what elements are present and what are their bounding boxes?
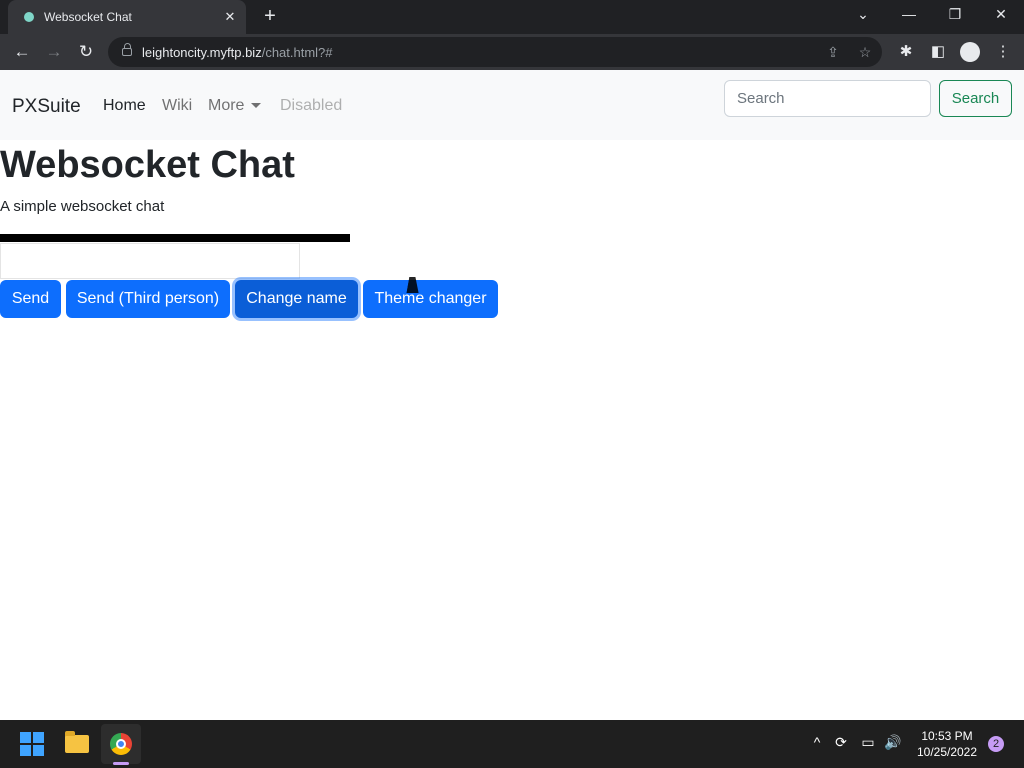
- tab-close-icon[interactable]: ✕: [220, 9, 240, 25]
- browser-toolbar: ← → ↻ leightoncity.myftp.biz /chat.html?…: [0, 34, 1024, 70]
- windows-taskbar: ^ ⟳ ▭ 🔊 10:53 PM 10/25/2022: [0, 720, 1024, 768]
- restore-icon[interactable]: ❐: [943, 6, 967, 23]
- clock-time: 10:53 PM: [921, 729, 973, 743]
- windows-logo-icon: [20, 732, 44, 756]
- minimize-icon[interactable]: —: [897, 6, 921, 22]
- url-path: /chat.html?#: [261, 44, 333, 60]
- tab-search-icon[interactable]: ⌄: [851, 6, 875, 23]
- folder-icon: [65, 731, 89, 753]
- send-third-person-button[interactable]: Send (Third person): [66, 280, 230, 318]
- favicon-icon: [24, 12, 34, 22]
- taskbar-clock[interactable]: 10:53 PM 10/25/2022: [912, 728, 982, 760]
- network-icon[interactable]: ▭: [859, 734, 877, 751]
- chat-message-input[interactable]: [0, 243, 300, 279]
- caret-down-icon: [251, 103, 262, 109]
- search-input[interactable]: [724, 80, 931, 117]
- file-explorer-button[interactable]: [57, 724, 97, 764]
- url-host: leightoncity.myftp.biz: [142, 44, 262, 60]
- page-title: Websocket Chat: [0, 144, 295, 186]
- profile-avatar-icon[interactable]: [960, 42, 980, 62]
- active-app-indicator: [113, 762, 129, 765]
- tab-title: Websocket Chat: [44, 10, 132, 24]
- tray-overflow-icon[interactable]: ^: [808, 734, 826, 750]
- chat-log-divider: [0, 234, 350, 242]
- browser-menu-icon[interactable]: ⋮: [993, 42, 1013, 60]
- nav-dropdown-label: More: [208, 97, 245, 114]
- side-panel-icon[interactable]: ◧: [928, 42, 948, 60]
- nav-link-disabled: Disabled: [280, 97, 343, 114]
- browser-tab-strip: Websocket Chat ✕ + ⌄ — ❐ ✕: [0, 0, 1024, 34]
- volume-icon[interactable]: 🔊: [884, 734, 902, 751]
- search-button[interactable]: Search: [939, 80, 1012, 117]
- nav-link-wiki[interactable]: Wiki: [162, 97, 192, 115]
- reload-icon[interactable]: ↻: [74, 40, 98, 64]
- navbar-brand[interactable]: PXSuite: [12, 96, 81, 118]
- notification-badge[interactable]: 2: [988, 736, 1004, 752]
- change-name-button[interactable]: Change name: [235, 280, 358, 318]
- sync-icon[interactable]: ⟳: [832, 734, 850, 751]
- extensions-icon[interactable]: ✱: [896, 42, 916, 60]
- start-button[interactable]: [12, 724, 52, 764]
- chrome-icon: [110, 733, 132, 755]
- clock-date: 10/25/2022: [916, 745, 978, 759]
- theme-changer-button[interactable]: Theme changer: [363, 280, 498, 318]
- nav-link-home[interactable]: Home: [103, 97, 146, 115]
- nav-dropdown-more[interactable]: More: [208, 97, 262, 115]
- lock-icon[interactable]: [122, 43, 132, 56]
- forward-icon[interactable]: →: [42, 40, 66, 64]
- back-icon[interactable]: ←: [10, 40, 34, 64]
- page-subtitle: A simple websocket chat: [0, 198, 165, 215]
- new-tab-button[interactable]: +: [259, 5, 281, 28]
- share-icon[interactable]: ⇪: [824, 44, 842, 61]
- close-window-icon[interactable]: ✕: [989, 6, 1013, 23]
- send-button[interactable]: Send: [0, 280, 61, 318]
- site-navbar: PXSuite Home Wiki More Disabled Search: [0, 70, 1024, 140]
- browser-tab[interactable]: Websocket Chat ✕: [8, 0, 246, 34]
- address-bar[interactable]: leightoncity.myftp.biz /chat.html?# ⇪ ☆: [108, 37, 882, 67]
- chrome-taskbar-button[interactable]: [101, 724, 141, 764]
- bookmark-star-icon[interactable]: ☆: [856, 44, 874, 61]
